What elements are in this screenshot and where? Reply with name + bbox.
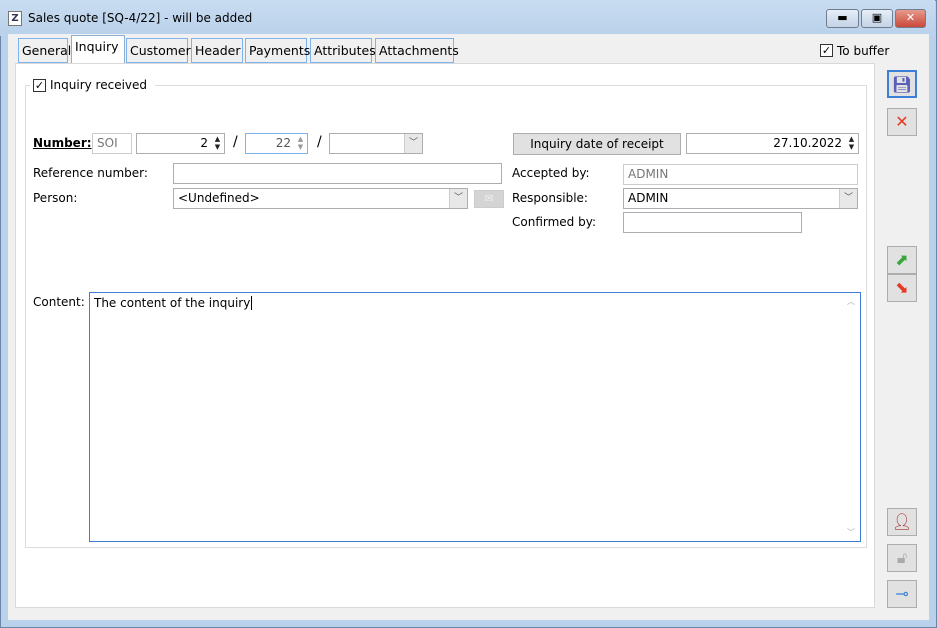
number-prefix: SOI [92, 133, 132, 154]
date-input[interactable]: 27.10.2022 ▲ ▼ [686, 133, 859, 154]
import-button[interactable]: ⬊ [887, 274, 917, 302]
user-icon: 👤︎ [891, 512, 913, 531]
minimize-button[interactable]: ▬ [826, 9, 859, 28]
inquiry-received-label: Inquiry received [50, 78, 148, 92]
reference-label: Reference number: [33, 166, 148, 180]
inquiry-date-button[interactable]: Inquiry date of receipt [513, 133, 681, 155]
pin-button[interactable]: ⊸ [887, 580, 917, 608]
user-button[interactable]: 👤︎ [887, 508, 917, 536]
save-icon: 💾︎ [891, 75, 913, 94]
cancel-icon: ✕ [895, 112, 909, 131]
confirmed-input[interactable] [623, 212, 802, 233]
to-buffer-label: To buffer [837, 44, 890, 58]
reference-input[interactable] [173, 163, 502, 184]
content-scrollbar[interactable]: ︿ ﹀ [843, 294, 859, 540]
person-select[interactable]: <Undefined> ﹀ [173, 188, 468, 209]
content-text: The content of the inquiry [94, 296, 251, 310]
tab-customer[interactable]: Customer [126, 38, 191, 63]
import-icon: ⬊ [895, 278, 909, 297]
accepted-label: Accepted by: [512, 166, 590, 180]
lock-icon: 🔓︎ [896, 548, 908, 567]
responsible-value: ADMIN [628, 191, 669, 205]
number-value: 2 [200, 136, 208, 150]
tab-attributes[interactable]: Attributes [310, 38, 376, 63]
window-title: Sales quote [SQ-4/22] - will be added [28, 11, 253, 25]
responsible-label: Responsible: [512, 191, 588, 205]
confirmed-label: Confirmed by: [512, 215, 596, 229]
maximize-icon: ▣ [871, 11, 883, 24]
year-input[interactable]: 22 ▲ ▼ [245, 133, 308, 154]
app-icon: Z [8, 11, 22, 26]
lock-button[interactable]: 🔓︎ [887, 544, 917, 572]
save-button[interactable]: 💾︎ [887, 70, 917, 98]
number-separator: / [233, 134, 238, 150]
inquiry-received-checkbox[interactable]: ✓ [33, 79, 46, 92]
number-label: Number: [33, 136, 92, 150]
pin-icon: ⊸ [895, 584, 909, 603]
series-select[interactable]: ﹀ [329, 133, 423, 154]
close-button[interactable]: ✕ [895, 9, 926, 28]
email-button[interactable]: ✉ [474, 190, 504, 208]
minimize-icon: ▬ [837, 11, 848, 24]
tab-payments[interactable]: Payments [245, 38, 310, 63]
tab-attachments[interactable]: Attachments [375, 38, 459, 63]
export-icon: ⬈ [895, 250, 909, 269]
chevron-down-icon: ﹀ [404, 134, 422, 153]
chevron-down-icon: ﹀ [449, 189, 467, 208]
maximize-button[interactable]: ▣ [861, 9, 893, 28]
accepted-value: ADMIN [623, 164, 858, 185]
year-spinner[interactable]: ▲ ▼ [295, 135, 306, 152]
number-input[interactable]: 2 ▲ ▼ [136, 133, 225, 154]
export-button[interactable]: ⬈ [887, 246, 917, 274]
date-spinner[interactable]: ▲ ▼ [846, 135, 857, 152]
chevron-down-icon: ﹀ [839, 189, 857, 208]
number-spinner[interactable]: ▲ ▼ [212, 135, 223, 152]
to-buffer-checkbox[interactable]: ✓ [820, 44, 833, 57]
content-textarea[interactable]: The content of the inquiry [89, 292, 861, 542]
content-label: Content: [33, 295, 85, 309]
cancel-button[interactable]: ✕ [887, 108, 917, 136]
tab-header[interactable]: Header [191, 38, 243, 63]
close-icon: ✕ [905, 11, 916, 24]
series-separator: / [317, 134, 322, 150]
date-value: 27.10.2022 [773, 136, 842, 150]
person-value: <Undefined> [178, 191, 260, 205]
envelope-icon: ✉ [484, 192, 494, 205]
tab-inquiry[interactable]: Inquiry [71, 35, 125, 64]
person-label: Person: [33, 191, 78, 205]
tab-general[interactable]: General [18, 38, 71, 63]
responsible-select[interactable]: ADMIN ﹀ [623, 188, 858, 209]
year-value: 22 [275, 136, 291, 150]
